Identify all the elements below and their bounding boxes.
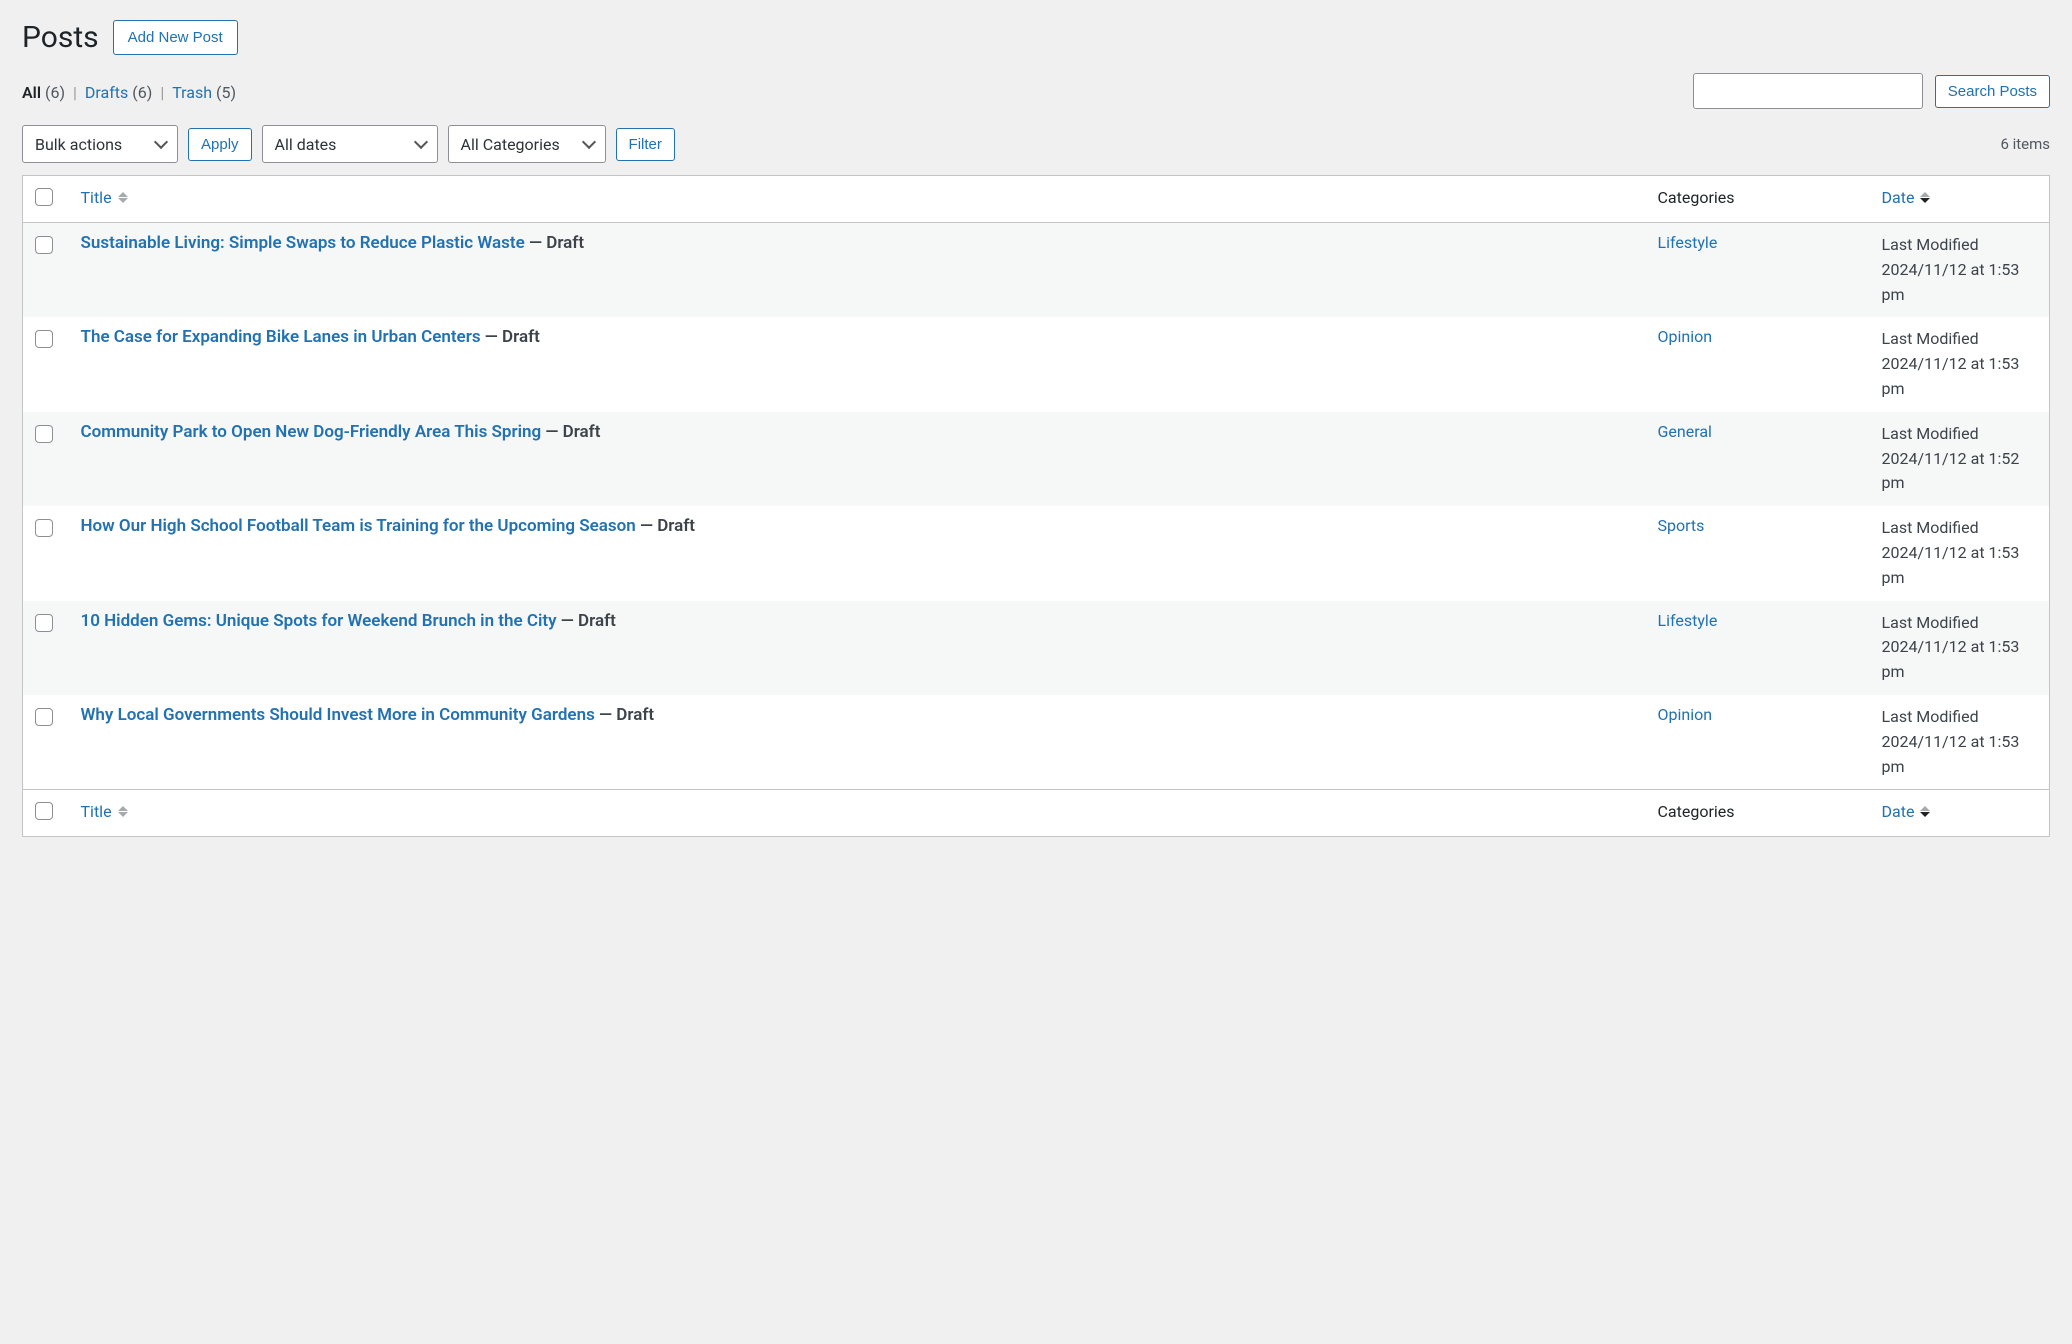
category-link[interactable]: Lifestyle [1658, 611, 1718, 630]
separator: | [160, 83, 164, 102]
table-row: Why Local Governments Should Invest More… [23, 695, 2050, 790]
sort-icon [118, 806, 128, 817]
table-row: Sustainable Living: Simple Swaps to Redu… [23, 223, 2050, 318]
category-link[interactable]: Opinion [1658, 327, 1713, 346]
select-all-checkbox-top[interactable] [35, 188, 53, 206]
sort-icon [1920, 192, 1930, 203]
table-row: Community Park to Open New Dog-Friendly … [23, 412, 2050, 506]
column-title-sort[interactable]: Title [81, 188, 128, 207]
add-new-post-button[interactable]: Add New Post [113, 20, 238, 55]
post-title-link[interactable]: Community Park to Open New Dog-Friendly … [81, 422, 542, 442]
sort-icon [118, 192, 128, 203]
page-title: Posts [22, 20, 99, 55]
table-row: How Our High School Football Team is Tra… [23, 506, 2050, 600]
post-title-link[interactable]: How Our High School Football Team is Tra… [81, 516, 636, 536]
category-link[interactable]: General [1658, 422, 1712, 441]
post-status: — Draft [557, 611, 616, 631]
category-filter-select[interactable]: All Categories [448, 125, 606, 163]
filter-trash-count: (5) [216, 83, 236, 102]
date-modified: Last Modified2024/11/12 at 1:53 pm [1882, 233, 2038, 307]
post-title-link[interactable]: Sustainable Living: Simple Swaps to Redu… [81, 233, 525, 253]
column-title-sort-bottom[interactable]: Title [81, 802, 128, 821]
view-filters: All (6) | Drafts (6) | Trash (5) [22, 83, 236, 102]
post-status: — Draft [481, 327, 540, 347]
filter-trash-link[interactable]: Trash [172, 83, 212, 102]
filter-drafts-link[interactable]: Drafts [85, 83, 128, 102]
table-row: The Case for Expanding Bike Lanes in Urb… [23, 317, 2050, 411]
date-modified: Last Modified2024/11/12 at 1:53 pm [1882, 327, 2038, 401]
filter-button[interactable]: Filter [616, 128, 675, 161]
select-all-checkbox-bottom[interactable] [35, 802, 53, 820]
date-modified: Last Modified2024/11/12 at 1:53 pm [1882, 705, 2038, 779]
row-checkbox[interactable] [35, 330, 53, 348]
date-modified: Last Modified2024/11/12 at 1:53 pm [1882, 611, 2038, 685]
column-title-label: Title [81, 188, 112, 207]
post-status: — Draft [595, 705, 654, 725]
apply-button[interactable]: Apply [188, 128, 252, 161]
column-date-label: Date [1882, 802, 1915, 821]
filter-all-link[interactable]: All [22, 83, 41, 102]
date-modified: Last Modified2024/11/12 at 1:53 pm [1882, 516, 2038, 590]
column-date-sort[interactable]: Date [1882, 188, 1931, 207]
posts-table: Title Categories Date Sustainable Living… [22, 175, 2050, 837]
separator: | [73, 83, 77, 102]
item-count: 6 items [2000, 135, 2050, 165]
filter-all-count: (6) [45, 83, 65, 102]
column-categories-label: Categories [1646, 790, 1870, 837]
sort-icon [1920, 806, 1930, 817]
table-row: 10 Hidden Gems: Unique Spots for Weekend… [23, 601, 2050, 695]
category-link[interactable]: Opinion [1658, 705, 1713, 724]
post-status: — Draft [525, 233, 584, 253]
post-status: — Draft [541, 422, 600, 442]
row-checkbox[interactable] [35, 519, 53, 537]
post-title-link[interactable]: 10 Hidden Gems: Unique Spots for Weekend… [81, 611, 557, 631]
row-checkbox[interactable] [35, 614, 53, 632]
category-link[interactable]: Sports [1658, 516, 1705, 535]
column-date-label: Date [1882, 188, 1915, 207]
category-link[interactable]: Lifestyle [1658, 233, 1718, 252]
filter-drafts-count: (6) [132, 83, 152, 102]
date-filter-select[interactable]: All dates [262, 125, 438, 163]
post-title-link[interactable]: The Case for Expanding Bike Lanes in Urb… [81, 327, 481, 347]
date-modified: Last Modified2024/11/12 at 1:52 pm [1882, 422, 2038, 496]
row-checkbox[interactable] [35, 425, 53, 443]
row-checkbox[interactable] [35, 236, 53, 254]
post-status: — Draft [636, 516, 695, 536]
row-checkbox[interactable] [35, 708, 53, 726]
post-title-link[interactable]: Why Local Governments Should Invest More… [81, 705, 595, 725]
column-date-sort-bottom[interactable]: Date [1882, 802, 1931, 821]
bulk-actions-select[interactable]: Bulk actions [22, 125, 178, 163]
search-input[interactable] [1693, 73, 1923, 109]
search-posts-button[interactable]: Search Posts [1935, 75, 2050, 108]
column-title-label: Title [81, 802, 112, 821]
column-categories-label: Categories [1646, 176, 1870, 223]
